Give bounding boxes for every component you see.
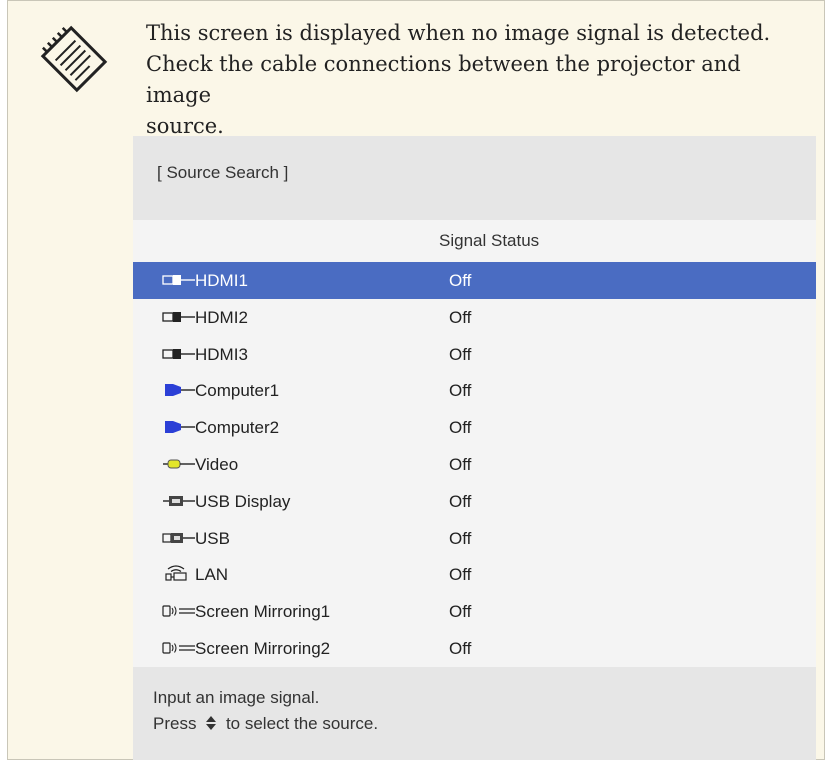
hdmi-icon <box>162 272 196 288</box>
source-row-hdmi3[interactable]: HDMI3 Off <box>133 335 816 373</box>
source-name: HDMI1 <box>195 271 248 290</box>
source-name: Screen Mirroring2 <box>195 638 331 658</box>
signal-status-value: Off <box>449 344 472 364</box>
vga-computer-icon <box>162 382 196 398</box>
note-icon <box>40 25 108 93</box>
source-name: USB Display <box>195 491 291 511</box>
signal-status-value: Off <box>449 381 472 401</box>
usb-display-icon <box>162 493 196 509</box>
footer-select-label: to select the source. <box>225 714 379 733</box>
up-down-arrows-icon <box>206 716 217 730</box>
source-row-lan[interactable]: LAN Off <box>133 556 816 594</box>
source-name: Video <box>195 454 239 474</box>
note-line-2: Check the cable connections between the … <box>146 52 741 107</box>
signal-status-value: Off <box>449 454 472 474</box>
source-row-hdmi1[interactable]: HDMI1 Off <box>133 262 816 299</box>
source-row-computer2[interactable]: Computer2 Off <box>133 409 816 446</box>
osd-title: [ Source Search ] <box>157 163 289 182</box>
source-name: HDMI3 <box>195 344 248 364</box>
hdmi-icon <box>162 309 196 325</box>
usb-icon <box>162 530 196 546</box>
source-name: LAN <box>195 565 229 585</box>
source-row-hdmi2[interactable]: HDMI2 Off <box>133 298 816 336</box>
vga-computer-icon <box>162 419 196 435</box>
source-row-screen-mirroring2[interactable]: Screen Mirroring2 Off <box>133 629 816 667</box>
source-name: USB <box>195 528 230 548</box>
source-row-screen-mirroring1[interactable]: Screen Mirroring1 Off <box>133 593 816 630</box>
column-header: Signal Status <box>133 220 816 262</box>
source-row-video[interactable]: Video Off <box>133 445 816 483</box>
signal-status-header: Signal Status <box>439 231 540 250</box>
signal-status-value: Off <box>449 271 472 290</box>
osd-header: [ Source Search ] <box>133 136 816 220</box>
source-name: HDMI2 <box>195 307 248 327</box>
note-line-1: This screen is displayed when no image s… <box>146 21 771 45</box>
footer-instruction: Input an image signal. <box>153 688 320 707</box>
source-list: HDMI1 Off HDMI2 Off HDMI3 Off Computer1 Off Comp… <box>133 262 816 667</box>
source-row-usb-display[interactable]: USB Display Off <box>133 482 816 520</box>
screen-mirroring-icon <box>162 640 196 656</box>
source-name: Screen Mirroring1 <box>195 602 331 622</box>
source-name: Computer2 <box>195 418 280 438</box>
hdmi-icon <box>162 346 196 362</box>
note-box: This screen is displayed when no image s… <box>7 0 825 760</box>
footer-select-hint: Press to select the source. <box>153 714 378 734</box>
source-row-usb[interactable]: USB Off <box>133 519 816 557</box>
video-rca-icon <box>162 456 196 472</box>
source-search-screen: [ Source Search ] Signal Status HDMI1 Off… <box>133 136 816 760</box>
lan-icon <box>162 564 196 581</box>
signal-status-value: Off <box>449 491 472 511</box>
signal-status-value: Off <box>449 307 472 327</box>
footer-press-label: Press <box>153 714 197 733</box>
signal-status-value: Off <box>449 565 472 585</box>
signal-status-value: Off <box>449 528 472 548</box>
osd-footer: Input an image signal. Press to select t… <box>133 667 816 760</box>
source-name: Computer1 <box>195 381 280 401</box>
signal-status-value: Off <box>449 638 472 658</box>
note-text: This screen is displayed when no image s… <box>146 18 796 142</box>
signal-status-value: Off <box>449 418 472 438</box>
source-row-computer1[interactable]: Computer1 Off <box>133 372 816 410</box>
signal-status-value: Off <box>449 602 472 622</box>
screen-mirroring-icon <box>162 603 196 619</box>
